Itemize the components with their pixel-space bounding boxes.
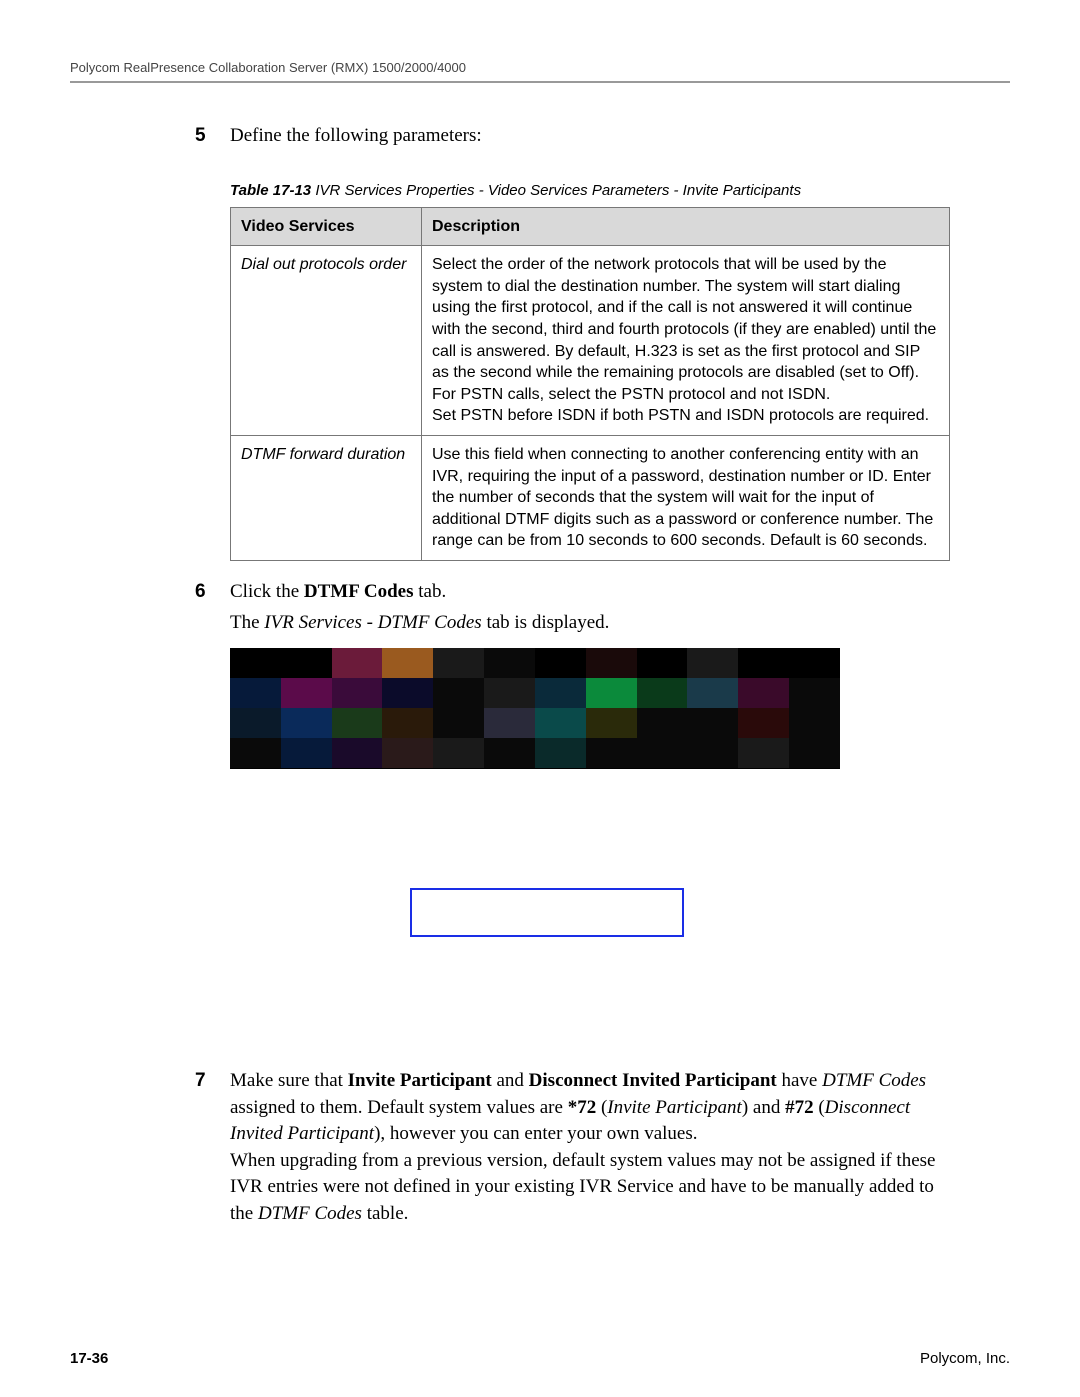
text-fragment: The [230, 612, 264, 633]
param-desc: Select the order of the network protocol… [422, 246, 950, 436]
step-text: Click the DTMF Codes tab. The IIVR Servi… [230, 579, 950, 1048]
step-number: 6 [195, 579, 206, 606]
text-bold: Invite Participant [348, 1070, 492, 1091]
step-6-line2: The IIVR Services - DTMF CodesVR Service… [230, 610, 950, 637]
text-italic: DTMF Codes [822, 1070, 926, 1091]
text-fragment: ( [596, 1097, 607, 1118]
parameters-table: Video Services Description Dial out prot… [230, 207, 950, 561]
step-number: 5 [195, 123, 206, 150]
text-fragment: Click the [230, 581, 304, 602]
param-name: Dial out protocols order [231, 246, 422, 436]
text-fragment: ) and [742, 1097, 785, 1118]
table-row: Dial out protocols order Select the orde… [231, 246, 950, 436]
text-bold: #72 [785, 1097, 814, 1118]
content-area: 5 Define the following parameters: Table… [230, 123, 950, 1228]
text-fragment: tab. [413, 581, 446, 602]
text-bold: Disconnect Invited Participant [529, 1070, 777, 1091]
step-number: 7 [195, 1068, 206, 1095]
step-text: Define the following parameters: [230, 123, 950, 150]
footer-org: Polycom, Inc. [920, 1350, 1010, 1367]
table-header-video-services: Video Services [231, 207, 422, 246]
text-italic: DTMF Codes [258, 1203, 362, 1224]
text-fragment: have [777, 1070, 822, 1091]
table-header-description: Description [422, 207, 950, 246]
text-fragment: assigned to them. Default system values … [230, 1097, 568, 1118]
text-fragment: Make sure that [230, 1070, 348, 1091]
table-header-row: Video Services Description [231, 207, 950, 246]
step-6: 6 Click the DTMF Codes tab. The IIVR Ser… [230, 579, 950, 1048]
text-fragment: table. [362, 1203, 408, 1224]
table-caption-text: IVR Services Properties - Video Services… [315, 182, 801, 199]
text-fragment: ( [814, 1097, 825, 1118]
text-italic: Invite Participant [607, 1097, 742, 1118]
step-5: 5 Define the following parameters: [230, 123, 950, 150]
dtmf-highlight-box [410, 888, 684, 937]
step-7: 7 Make sure that Invite Participant and … [230, 1068, 950, 1228]
dtmf-codes-screenshot [230, 648, 840, 1048]
screenshot-color-bar [230, 648, 840, 769]
param-name: DTMF forward duration [231, 435, 422, 560]
page-number: 17-36 [70, 1350, 108, 1367]
text-bold: *72 [568, 1097, 597, 1118]
text-fragment: ), however you can enter your own values… [374, 1123, 697, 1144]
text-fragment: tab is displayed. [482, 612, 610, 633]
table-caption: Table 17-13 IVR Services Properties - Vi… [230, 180, 950, 201]
text-fragment: and [492, 1070, 529, 1091]
header-rule [70, 81, 1010, 83]
table-caption-label: Table 17-13 [230, 182, 311, 199]
param-desc: Use this field when connecting to anothe… [422, 435, 950, 560]
running-header: Polycom RealPresence Collaboration Serve… [70, 60, 1010, 75]
text-bold: DTMF Codes [304, 581, 414, 602]
step-text: Make sure that Invite Participant and Di… [230, 1068, 950, 1228]
document-page: Polycom RealPresence Collaboration Serve… [0, 0, 1080, 1397]
table-row: DTMF forward duration Use this field whe… [231, 435, 950, 560]
page-footer: 17-36 Polycom, Inc. [70, 1350, 1010, 1367]
